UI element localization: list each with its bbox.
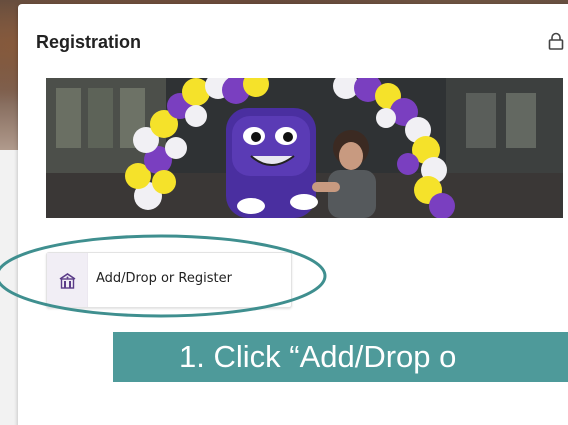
instruction-banner: 1. Click “Add/Drop o (113, 332, 568, 382)
screen: Registration Add/Drop or Register 1. Cli… (0, 0, 568, 425)
banner-image (46, 78, 563, 218)
quicklink-label: Add/Drop or Register (96, 271, 232, 286)
card-title: Registration (36, 32, 142, 52)
quicklink-icon-box (47, 253, 88, 307)
lock-icon[interactable] (548, 32, 564, 50)
add-drop-register-link[interactable]: Add/Drop or Register (46, 252, 292, 308)
building-icon (59, 273, 76, 289)
mascot-photo (46, 78, 563, 218)
